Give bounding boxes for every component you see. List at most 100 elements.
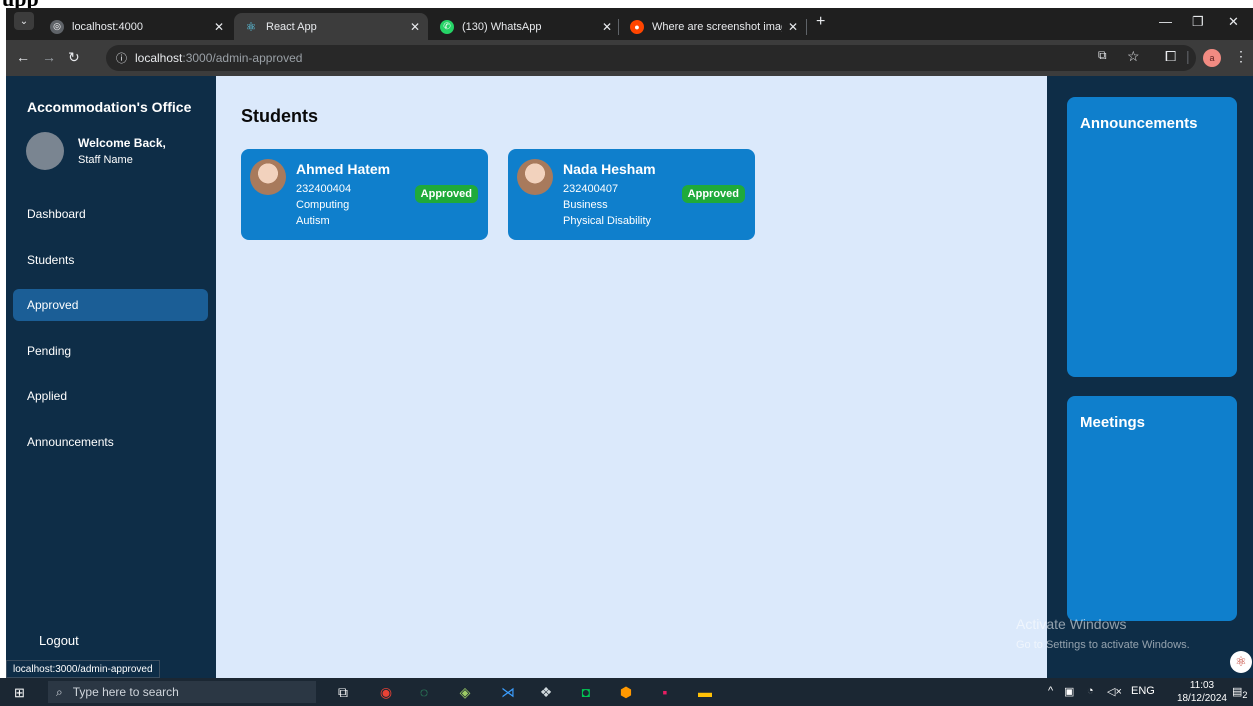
- bookmark-star-icon[interactable]: ☆: [1127, 48, 1140, 65]
- close-icon[interactable]: ✕: [410, 20, 420, 34]
- student-card[interactable]: Ahmed Hatem 232400404 Computing Autism A…: [241, 149, 488, 240]
- figma-icon[interactable]: ▪: [656, 683, 674, 701]
- student-id: 232400404: [296, 183, 352, 195]
- sidebar-item-students[interactable]: Students: [13, 244, 208, 276]
- browser-window: ⌄ ◎ localhost:4000 ✕ ⚛ React App ✕ ✆ (13…: [6, 8, 1253, 678]
- extensions-icon[interactable]: ⧠: [1165, 48, 1176, 65]
- android-studio-icon[interactable]: ◘: [577, 683, 595, 701]
- globe-icon: ◎: [50, 19, 64, 34]
- student-name: Nada Hesham: [563, 161, 656, 177]
- app-bubble-icon[interactable]: ◈: [456, 683, 474, 701]
- notification-count: 2: [1242, 690, 1248, 701]
- windows-start-icon[interactable]: ⊞: [14, 685, 25, 701]
- right-column: Announcements Meetings: [1047, 76, 1253, 678]
- minimize-icon[interactable]: —: [1159, 14, 1172, 29]
- tab-localhost-4000[interactable]: ◎ localhost:4000 ✕: [40, 13, 232, 40]
- app-title: Accommodation's Office: [27, 99, 192, 115]
- forward-icon[interactable]: →: [42, 49, 56, 65]
- site-info-icon[interactable]: ⓘ: [116, 50, 127, 66]
- new-tab-button[interactable]: +: [816, 13, 825, 31]
- student-disability: Physical Disability: [563, 215, 652, 227]
- browser-toolbar: ← → ↻ ⓘ localhost:3000/admin-approved ⧉ …: [6, 40, 1253, 76]
- sidebar-item-applied[interactable]: Applied: [13, 380, 208, 412]
- vscode-icon[interactable]: ⋊: [499, 683, 517, 701]
- install-app-icon[interactable]: ⧉: [1098, 48, 1107, 63]
- document-header-fragment: upp: [0, 0, 1253, 8]
- tab-divider: [806, 19, 807, 35]
- tab-screenshot-question[interactable]: ● Where are screenshot images s ✕: [620, 13, 806, 40]
- avatar: [26, 132, 64, 170]
- student-card[interactable]: Nada Hesham 232400407 Business Physical …: [508, 149, 755, 240]
- student-photo: [250, 159, 286, 195]
- tab-title: localhost:4000: [72, 20, 143, 33]
- system-clock[interactable]: 11:03 18/12/2024: [1177, 679, 1227, 705]
- meetings-title: Meetings: [1080, 414, 1146, 431]
- sidebar: Accommodation's Office Welcome Back, Sta…: [6, 76, 216, 678]
- close-icon[interactable]: ✕: [214, 20, 224, 34]
- whatsapp-icon: ✆: [440, 19, 454, 34]
- tray-network-icon[interactable]: ▣: [1064, 685, 1074, 698]
- sidebar-item-pending[interactable]: Pending: [13, 335, 208, 367]
- close-icon[interactable]: ✕: [788, 20, 798, 34]
- student-faculty: Computing: [296, 199, 350, 211]
- profile-avatar-icon[interactable]: a: [1203, 49, 1221, 67]
- menu-kebab-icon[interactable]: ⋮: [1234, 48, 1248, 65]
- tab-whatsapp[interactable]: ✆ (130) WhatsApp ✕: [430, 13, 620, 40]
- activate-windows-watermark: Activate Windows: [1016, 616, 1127, 632]
- clock-time: 11:03: [1189, 680, 1215, 691]
- virtualbox-icon[interactable]: ❖: [537, 683, 555, 701]
- tab-react-app[interactable]: ⚛ React App ✕: [234, 13, 428, 40]
- language-indicator[interactable]: ENG: [1131, 685, 1155, 697]
- tab-bar: ⌄ ◎ localhost:4000 ✕ ⚛ React App ✕ ✆ (13…: [6, 8, 1253, 40]
- tray-chevron-icon[interactable]: ^: [1048, 685, 1053, 697]
- status-badge: Approved: [414, 185, 478, 203]
- logout-button[interactable]: Logout: [39, 633, 79, 648]
- announcements-title: Announcements: [1080, 115, 1198, 132]
- search-icon: ⌕: [56, 684, 63, 699]
- tray-volume-icon[interactable]: ◁×: [1107, 685, 1122, 698]
- status-url-tooltip: localhost:3000/admin-approved: [6, 660, 160, 678]
- tray-wifi-icon[interactable]: ◔: [1087, 685, 1094, 697]
- close-window-icon[interactable]: ✕: [1228, 14, 1239, 30]
- tab-divider: [618, 19, 619, 35]
- reload-icon[interactable]: ↻: [68, 49, 80, 66]
- search-placeholder: Type here to search: [72, 685, 179, 699]
- student-photo: [517, 159, 553, 195]
- address-bar[interactable]: ⓘ localhost:3000/admin-approved: [106, 45, 1196, 71]
- sidebar-item-label: Approved: [27, 298, 79, 312]
- tab-title: (130) WhatsApp: [462, 20, 542, 33]
- sidebar-item-announcements[interactable]: Announcements: [13, 426, 208, 458]
- toolbar-divider: |: [1186, 48, 1190, 64]
- student-id: 232400407: [563, 183, 619, 195]
- status-badge: Approved: [681, 185, 745, 203]
- clock-date: 18/12/2024: [1176, 693, 1227, 704]
- sidebar-item-label: Pending: [27, 344, 72, 358]
- app-ring-icon[interactable]: ◌: [415, 683, 433, 701]
- task-view-icon[interactable]: ⧉: [334, 683, 352, 701]
- announcements-panel: Announcements: [1067, 97, 1237, 377]
- notification-icon[interactable]: ▤2: [1232, 685, 1248, 700]
- app-cube-icon[interactable]: ⬢: [617, 683, 635, 701]
- student-disability: Autism: [296, 215, 330, 227]
- sidebar-item-label: Applied: [27, 389, 68, 403]
- student-faculty: Business: [563, 199, 608, 211]
- activate-windows-hint: Go to Settings to activate Windows.: [1016, 639, 1190, 651]
- staff-name: Staff Name: [78, 154, 133, 166]
- back-icon[interactable]: ←: [16, 49, 30, 65]
- tab-search-icon[interactable]: ⌄: [14, 12, 34, 30]
- url-path: :3000/admin-approved: [182, 51, 303, 65]
- taskbar-search-input[interactable]: ⌕ Type here to search: [48, 681, 316, 703]
- page-title: Students: [241, 106, 319, 126]
- sidebar-item-label: Announcements: [27, 435, 114, 449]
- sidebar-item-dashboard[interactable]: Dashboard: [13, 198, 208, 230]
- react-devtools-icon[interactable]: ⚛: [1230, 651, 1252, 673]
- chrome-icon[interactable]: ◉: [377, 683, 395, 701]
- file-explorer-icon[interactable]: ▬: [696, 683, 714, 701]
- react-icon: ⚛: [245, 19, 257, 34]
- sidebar-item-approved[interactable]: Approved: [13, 289, 208, 321]
- tab-title: React App: [266, 20, 317, 33]
- sidebar-item-label: Dashboard: [27, 207, 86, 221]
- restore-icon[interactable]: ❐: [1192, 14, 1204, 30]
- close-icon[interactable]: ✕: [602, 20, 612, 34]
- main-content: Students Ahmed Hatem 232400404 Computing…: [216, 76, 1047, 678]
